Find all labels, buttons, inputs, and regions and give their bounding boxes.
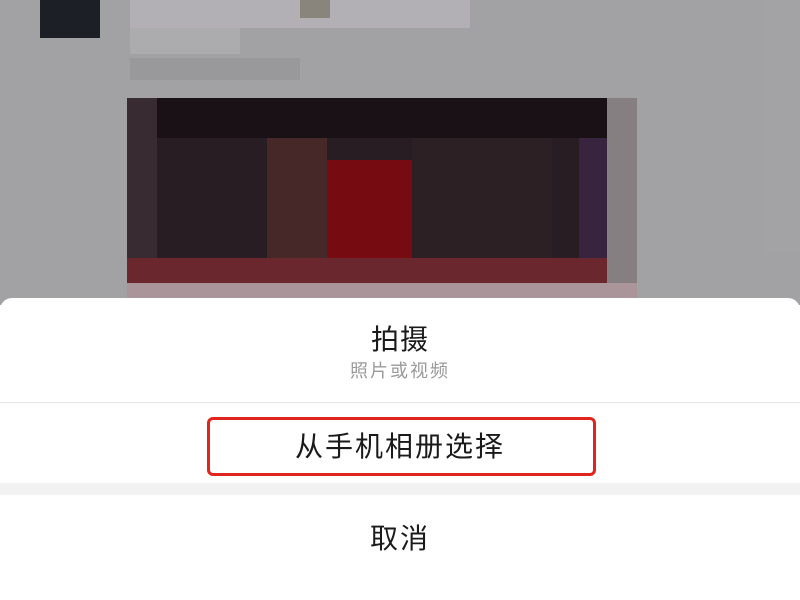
choose-from-album-label: 从手机相册选择 bbox=[294, 430, 505, 463]
take-photo-title: 拍摄 bbox=[370, 323, 429, 356]
take-photo-option[interactable]: 拍摄 照片或视频 bbox=[0, 298, 800, 402]
dimmed-background-screen[interactable] bbox=[0, 0, 800, 305]
cancel-button[interactable]: 取消 bbox=[0, 495, 800, 600]
cancel-label: 取消 bbox=[369, 522, 430, 555]
dim-overlay bbox=[0, 0, 800, 305]
choose-from-album-option[interactable]: 从手机相册选择 bbox=[0, 403, 800, 483]
take-photo-subtitle: 照片或视频 bbox=[350, 361, 450, 382]
section-gap bbox=[0, 483, 800, 495]
action-sheet: 拍摄 照片或视频 从手机相册选择 取消 bbox=[0, 298, 800, 600]
